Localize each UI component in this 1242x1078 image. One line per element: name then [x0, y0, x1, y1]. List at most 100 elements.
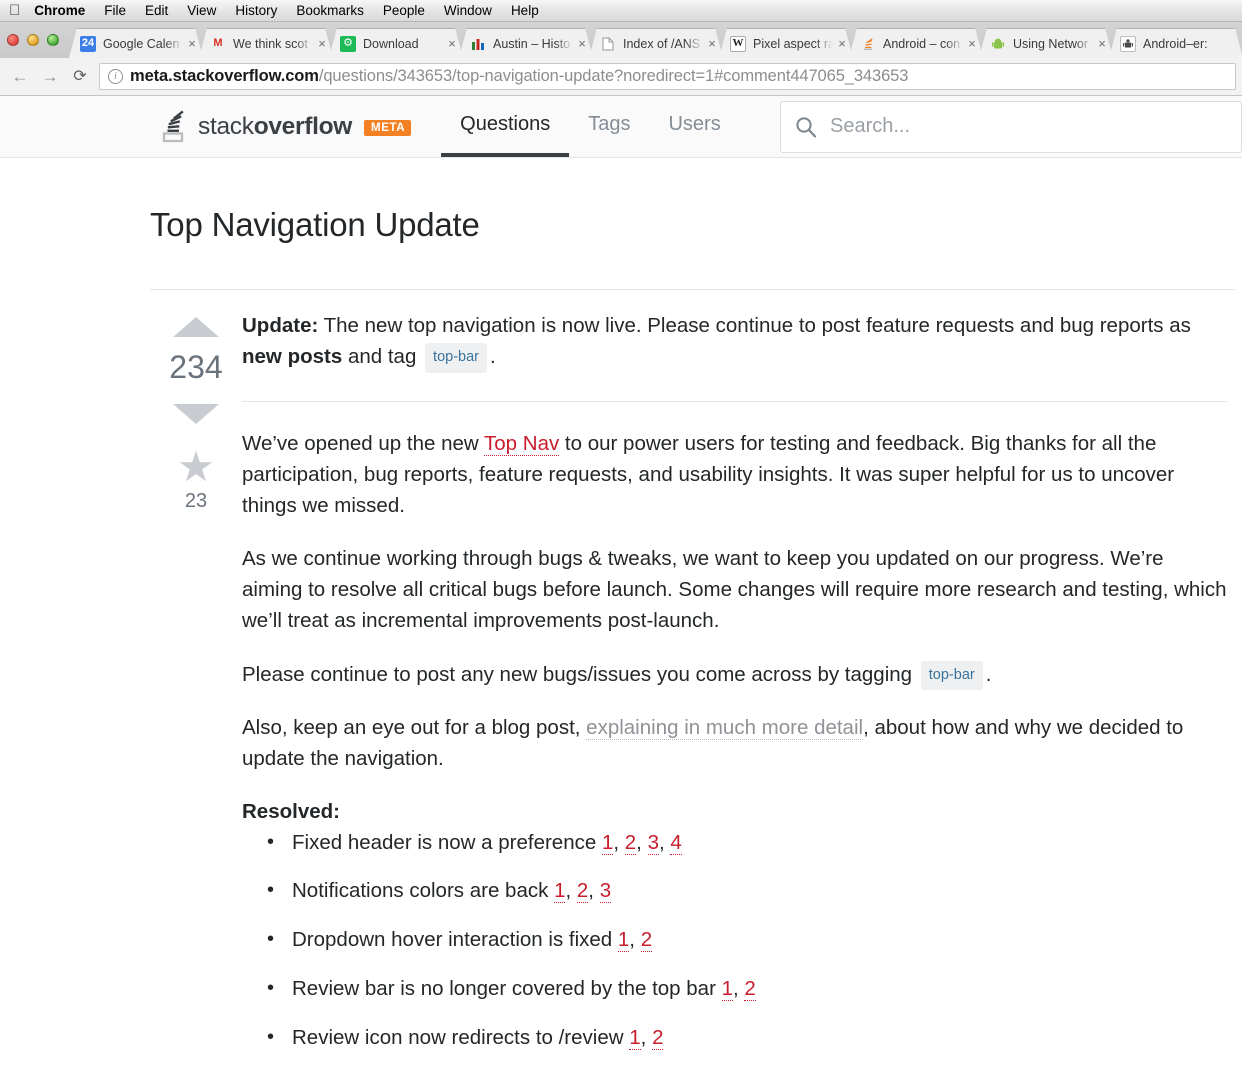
search-input-placeholder[interactable]: Search... [830, 115, 910, 138]
stackoverflow-meta-logo[interactable]: stackoverflow META [160, 96, 441, 157]
zoom-window-button[interactable] [47, 34, 59, 46]
ref-link[interactable]: 2 [744, 976, 756, 1001]
site-nav: Questions Tags Users [441, 96, 740, 157]
paragraph-report-bugs: Please continue to post any new bugs/iss… [242, 659, 1227, 691]
tab-title: We think scot [233, 36, 308, 51]
browser-tab[interactable]: Android – con × [849, 28, 983, 58]
tab-title: Android–er: [1143, 36, 1208, 51]
menu-item-help[interactable]: Help [511, 3, 539, 18]
post-body: Update: The new top navigation is now li… [242, 308, 1237, 1077]
para-0-text-0: We’ve opened up the new [242, 431, 485, 455]
ref-link[interactable]: 4 [670, 830, 682, 855]
browser-tab[interactable]: Android–er: [1109, 28, 1242, 58]
page-title: Top Navigation Update [150, 206, 480, 243]
upvote-arrow-icon[interactable] [173, 317, 219, 337]
tab-title: Download [363, 36, 419, 51]
para-1-text-0: As we continue working through bugs & tw… [242, 547, 1227, 633]
ref-link[interactable]: 3 [647, 830, 659, 855]
browser-tab[interactable]: Index of /ANS × [589, 28, 723, 58]
menu-item-view[interactable]: View [187, 3, 216, 18]
ref-link[interactable]: 2 [636, 1074, 648, 1077]
list-item: Added a keyboard shortcut to Help 1, 2 [267, 1070, 1227, 1077]
ref-link[interactable]: 1 [617, 928, 630, 953]
list-item: Review bar is no longer covered by the t… [267, 973, 1227, 1005]
browser-toolbar: ← → ⟳ i meta.stackoverflow.com /question… [0, 58, 1242, 96]
favorite-star-icon[interactable]: ★ [177, 446, 215, 488]
tag-top-bar[interactable]: top-bar [425, 343, 487, 373]
nav-link-users[interactable]: Users [649, 96, 739, 157]
minimize-window-button[interactable] [27, 34, 39, 46]
browser-tab[interactable]: M We think scot × [199, 28, 333, 58]
paragraph-progress: As we continue working through bugs & tw… [242, 543, 1227, 636]
menu-item-window[interactable]: Window [444, 3, 492, 18]
search-box[interactable]: Search... [780, 100, 1242, 153]
browser-tab[interactable]: 24 Google Calen × [69, 28, 203, 58]
search-container: Search... [740, 96, 1242, 157]
reload-icon[interactable]: ⟳ [65, 62, 95, 92]
browser-tab[interactable]: Using Networ × [979, 28, 1113, 58]
ref-link[interactable]: 1 [554, 879, 566, 904]
close-window-button[interactable] [7, 34, 19, 46]
menu-item-history[interactable]: History [235, 3, 277, 18]
list-item-text: Review bar is no longer covered by the t… [292, 976, 722, 1000]
download-icon: ⚙ [340, 36, 356, 52]
post-divider [242, 400, 1227, 402]
downvote-arrow-icon[interactable] [173, 404, 219, 424]
tab-close-icon[interactable]: × [705, 37, 719, 50]
tab-title: Google Calen [103, 36, 180, 51]
tab-close-icon[interactable]: × [965, 37, 979, 50]
tab-close-icon[interactable]: × [835, 37, 849, 50]
tab-close-icon[interactable]: × [185, 37, 199, 50]
chart-icon [470, 36, 486, 52]
ref-link[interactable]: 1 [601, 830, 614, 855]
apple-logo-icon[interactable]:  [9, 3, 20, 18]
vote-column: 234 ★ 23 [150, 308, 242, 1077]
link-blog-explanation[interactable]: explaining in much more detail [586, 716, 864, 741]
ref-link[interactable]: 1 [613, 1074, 625, 1077]
list-item: Fixed header is now a preference 1, 2, 3… [267, 827, 1227, 859]
back-arrow-icon[interactable]: ← [5, 62, 35, 92]
browser-tab[interactable]: W Pixel aspect ra × [719, 28, 853, 58]
update-text-3: and tag [342, 345, 423, 369]
browser-tab-strip: 24 Google Calen × M We think scot × ⚙ Do… [0, 22, 1242, 58]
page-info-icon[interactable]: i [108, 69, 123, 84]
ref-link[interactable]: 1 [721, 976, 734, 1001]
menu-item-chrome[interactable]: Chrome [34, 3, 85, 18]
address-bar[interactable]: i meta.stackoverflow.com /questions/3436… [99, 63, 1236, 90]
tab-title: Pixel aspect ra [753, 36, 833, 51]
tab-close-icon[interactable]: × [315, 37, 329, 50]
ref-link[interactable]: 2 [576, 879, 589, 904]
paragraph-intro: We’ve opened up the new Top Nav to our p… [242, 428, 1227, 521]
browser-tab[interactable]: Austin – Histo × [459, 28, 593, 58]
link-top-nav[interactable]: Top Nav [484, 431, 560, 456]
para-2-text-2: . [985, 662, 992, 686]
nav-link-tags[interactable]: Tags [569, 96, 649, 157]
forward-arrow-icon[interactable]: → [35, 62, 65, 92]
tag-top-bar[interactable]: top-bar [920, 660, 983, 691]
ref-link[interactable]: 3 [599, 879, 612, 904]
google-calendar-icon: 24 [80, 36, 96, 52]
menu-item-file[interactable]: File [104, 3, 126, 18]
ref-link[interactable]: 2 [652, 1025, 664, 1050]
tab-close-icon[interactable]: × [445, 37, 459, 50]
nav-link-questions[interactable]: Questions [441, 96, 570, 157]
logo-text-light: stack [198, 112, 254, 140]
vote-count: 234 [169, 349, 223, 385]
ref-link[interactable]: 2 [640, 928, 653, 953]
tab-close-icon[interactable]: × [575, 37, 589, 50]
tab-title: Android – con [883, 36, 961, 51]
menu-item-bookmarks[interactable]: Bookmarks [296, 3, 364, 18]
ref-link[interactable]: 1 [629, 1025, 641, 1050]
list-item-text: Dropdown hover interaction is fixed [292, 928, 618, 952]
browser-tab[interactable]: ⚙ Download × [329, 28, 463, 58]
menu-item-edit[interactable]: Edit [145, 3, 168, 18]
menu-item-people[interactable]: People [383, 3, 425, 18]
paragraph-blog-post: Also, keep an eye out for a blog post, e… [242, 712, 1227, 774]
list-item-text: Notifications colors are back [292, 879, 555, 903]
question-main: 234 ★ 23 Update: The new top navigation … [150, 290, 1242, 1077]
url-path: /questions/343653/top-navigation-update?… [318, 67, 909, 85]
update-text-1: The new top navigation is now live. Plea… [318, 314, 1191, 337]
para-2-text-0: Please continue to post any new bugs/iss… [242, 662, 918, 686]
ref-link[interactable]: 2 [624, 830, 637, 855]
tab-close-icon[interactable]: × [1095, 37, 1109, 50]
